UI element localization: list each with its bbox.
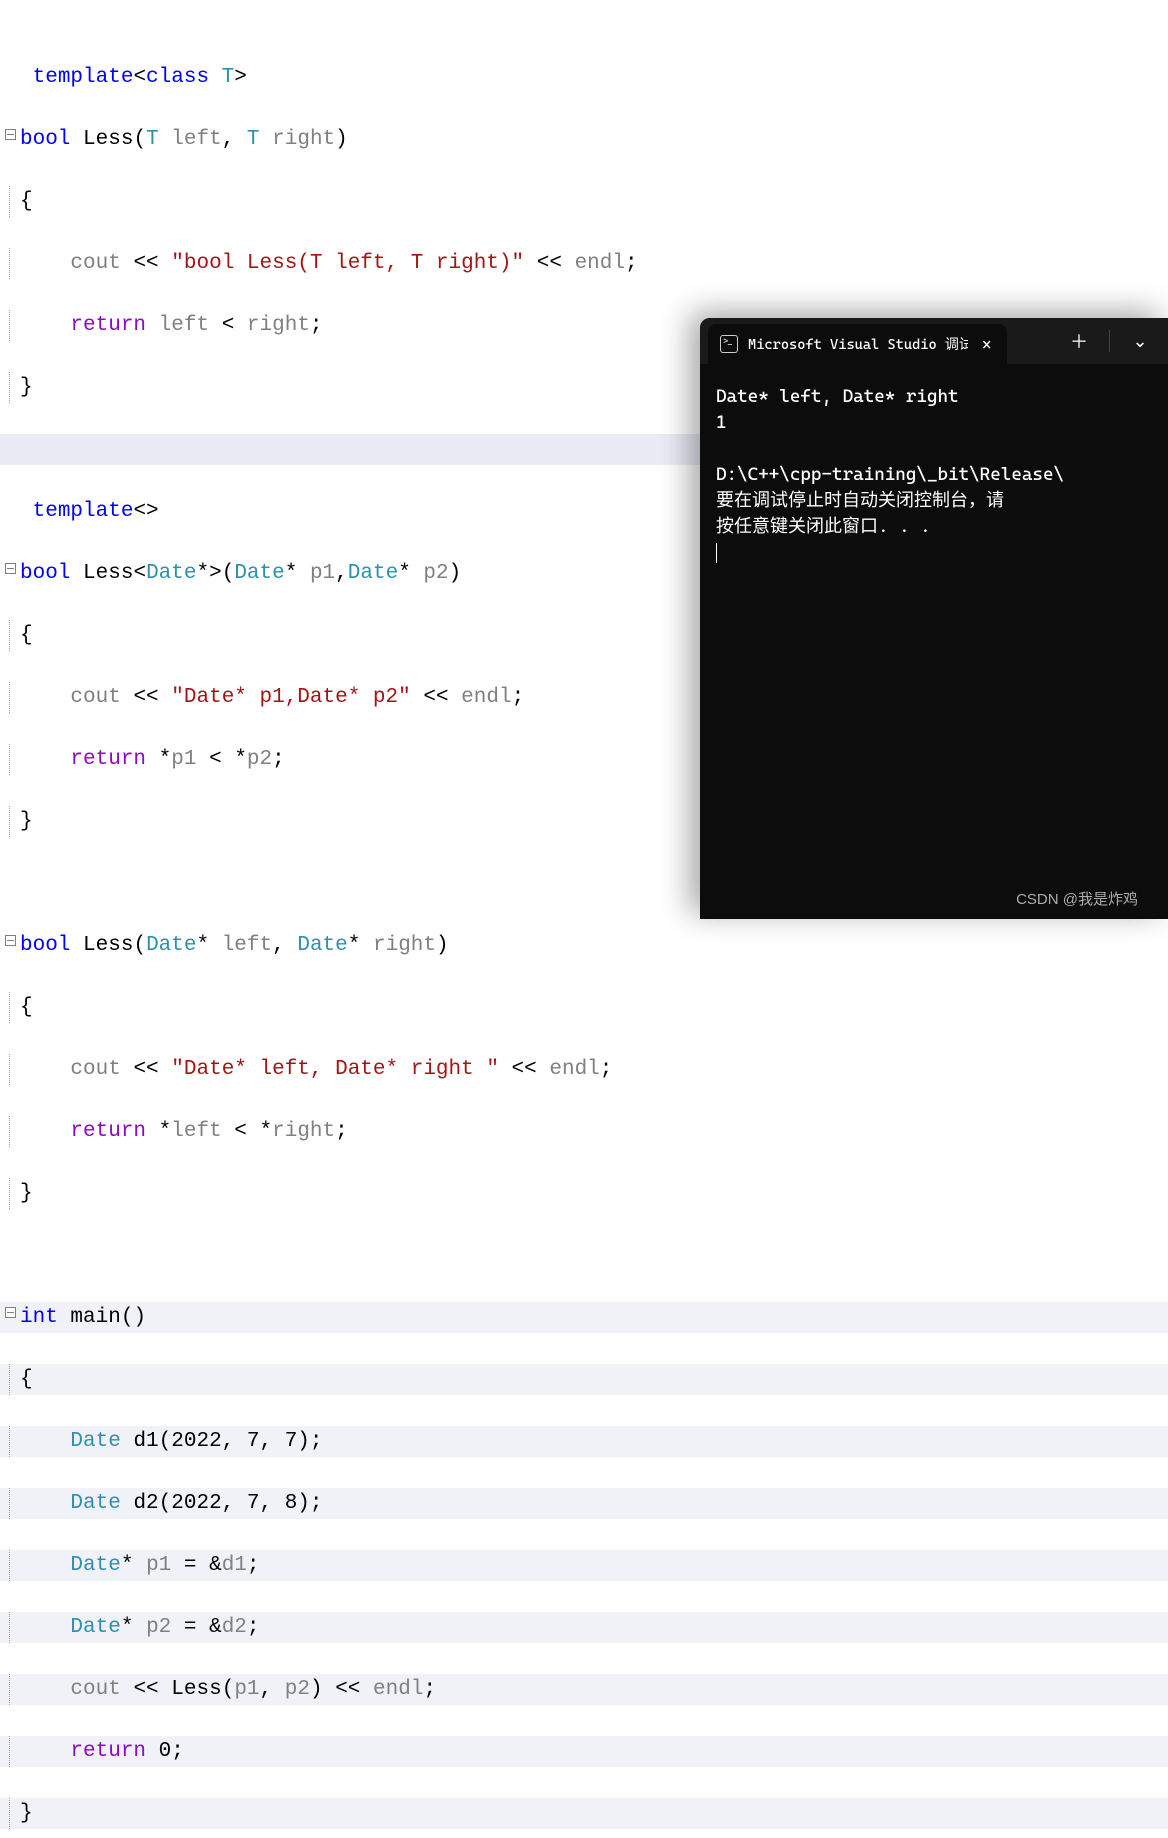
fold-toggle[interactable] (0, 124, 20, 155)
divider (1109, 330, 1110, 352)
fold-toggle[interactable] (0, 558, 20, 589)
keyword-template: template (33, 66, 134, 89)
fold-toggle[interactable] (0, 930, 20, 961)
new-tab-button[interactable]: ＋ (1057, 319, 1101, 363)
console-tab[interactable]: Microsoft Visual Studio 调试 × (708, 324, 1007, 364)
watermark: CSDN @我是炸鸡 (1016, 888, 1138, 909)
debug-console-window[interactable]: Microsoft Visual Studio 调试 × ＋ ⌄ Date* l… (700, 318, 1168, 919)
fold-toggle[interactable] (0, 1302, 20, 1333)
console-tab-bar: Microsoft Visual Studio 调试 × ＋ ⌄ (700, 318, 1168, 364)
close-icon[interactable]: × (978, 331, 995, 358)
cursor (716, 543, 717, 563)
console-tab-title: Microsoft Visual Studio 调试 (748, 334, 968, 354)
chevron-down-icon[interactable]: ⌄ (1118, 319, 1162, 363)
console-output[interactable]: Date* left, Date* right 1 D:\C++\cpp-tra… (700, 364, 1168, 586)
terminal-icon (720, 335, 738, 353)
